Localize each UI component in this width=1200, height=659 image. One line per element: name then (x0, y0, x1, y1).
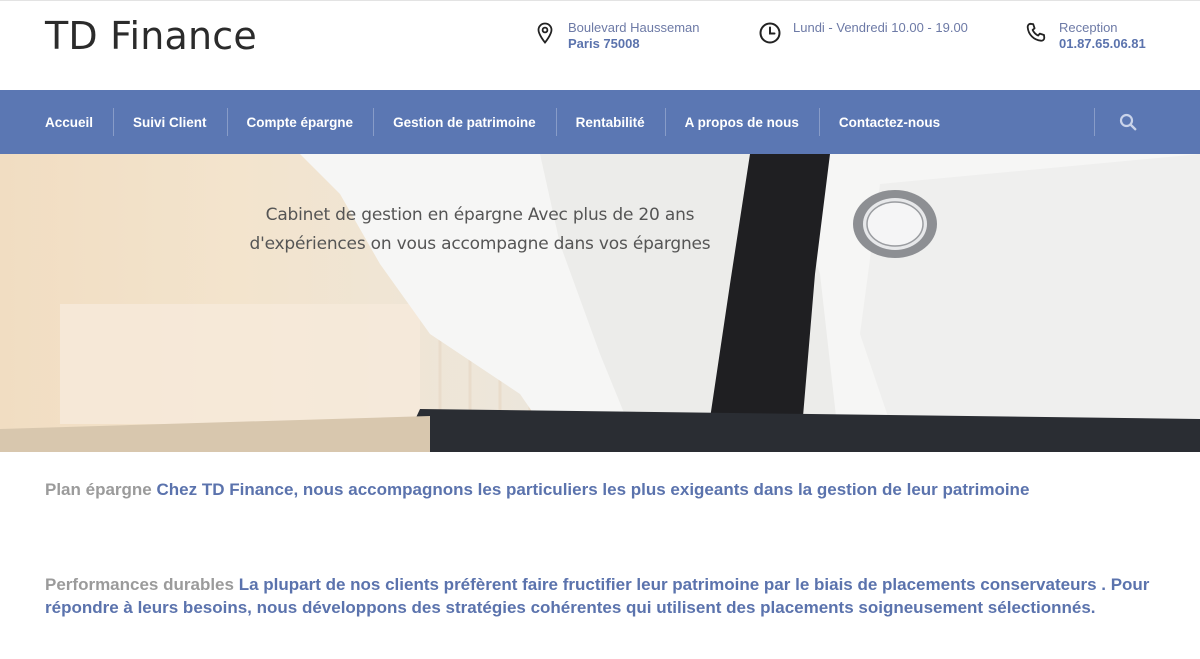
nav-divider (1094, 108, 1095, 136)
nav-link-suivi-client[interactable]: Suivi Client (113, 115, 227, 130)
nav-item-contact[interactable]: Contactez-nous (818, 90, 960, 154)
site-logo[interactable]: TD Finance (45, 14, 257, 58)
main-content: Plan épargne Chez TD Finance, nous accom… (45, 478, 1155, 619)
nav-link-a-propos[interactable]: A propos de nous (665, 115, 819, 130)
nav-item-suivi-client[interactable]: Suivi Client (113, 90, 227, 154)
nav-item-a-propos[interactable]: A propos de nous (664, 90, 819, 154)
clock-icon (759, 22, 781, 44)
hours-line1: Lundi - Vendredi 10.00 - 19.00 (793, 20, 968, 35)
hero-background-image (0, 154, 1200, 452)
nav-link-accueil[interactable]: Accueil (25, 115, 113, 130)
address-line1: Boulevard Hausseman (568, 20, 700, 35)
address-info: Boulevard Hausseman Paris 75008 (533, 20, 700, 52)
intro-body: Chez TD Finance, nous accompagnons les p… (156, 480, 1030, 499)
hero-tagline: Cabinet de gestion en épargne Avec plus … (230, 201, 730, 259)
hero-line-2: d'expériences on vous accompagne dans vo… (249, 234, 711, 254)
nav-link-compte-epargne[interactable]: Compte épargne (227, 115, 374, 130)
hero-banner: Cabinet de gestion en épargne Avec plus … (0, 154, 1200, 452)
nav-link-rentabilite[interactable]: Rentabilité (556, 115, 665, 130)
phone-info: Reception 01.87.65.06.81 (1024, 20, 1146, 52)
address-line2: Paris 75008 (568, 36, 640, 51)
performance-lead: Performances durables (45, 575, 234, 594)
site-header: TD Finance Boulevard Hausseman Paris 750… (0, 4, 1200, 90)
search-icon[interactable] (1118, 112, 1138, 132)
nav-item-accueil[interactable]: Accueil (25, 90, 113, 154)
nav-item-gestion-patrimoine[interactable]: Gestion de patrimoine (373, 90, 556, 154)
nav-item-rentabilite[interactable]: Rentabilité (555, 90, 665, 154)
location-pin-icon (537, 22, 553, 44)
nav-link-gestion-patrimoine[interactable]: Gestion de patrimoine (373, 115, 556, 130)
nav-item-compte-epargne[interactable]: Compte épargne (226, 90, 374, 154)
main-nav: Accueil Suivi Client Compte épargne Gest… (0, 90, 1200, 154)
phone-label: Reception (1059, 20, 1118, 35)
intro-paragraph: Plan épargne Chez TD Finance, nous accom… (45, 478, 1155, 501)
phone-icon (1026, 22, 1046, 42)
intro-lead: Plan épargne (45, 480, 152, 499)
nav-link-contact[interactable]: Contactez-nous (819, 115, 960, 130)
hours-info: Lundi - Vendredi 10.00 - 19.00 (758, 20, 968, 45)
performance-paragraph: Performances durables La plupart de nos … (45, 573, 1155, 619)
phone-number[interactable]: 01.87.65.06.81 (1059, 36, 1146, 52)
hero-line-1: Cabinet de gestion en épargne Avec plus … (265, 205, 695, 225)
